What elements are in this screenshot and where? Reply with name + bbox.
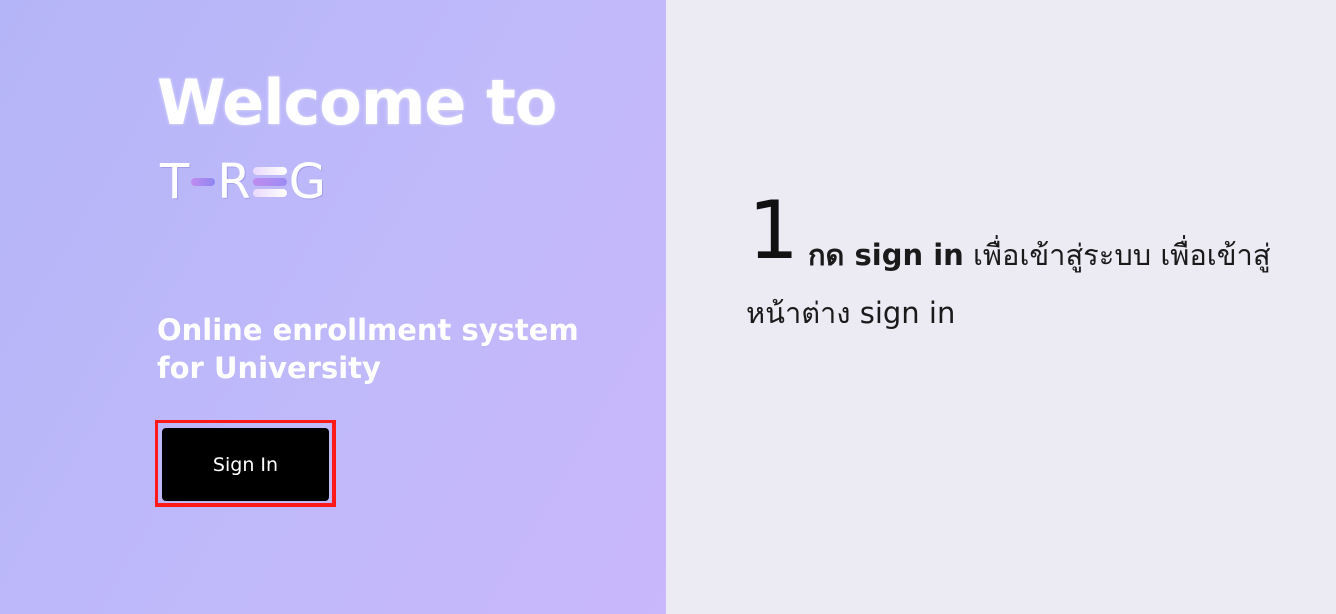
logo-bar-bottom [252, 189, 287, 197]
logo-bar-top [252, 167, 287, 175]
logo-letter-t: T [160, 154, 190, 210]
welcome-title: Welcome to [157, 66, 557, 139]
logo-dash [191, 178, 216, 186]
logo-letter-g: G [288, 154, 326, 210]
page: Welcome to T R G Online enrollment syste… [0, 0, 1336, 614]
instruction-panel: 1 กด sign in เพื่อเข้าสู่ระบบ เพื่อเข้าส… [666, 0, 1336, 614]
login-hero-panel: Welcome to T R G Online enrollment syste… [0, 0, 666, 614]
instruction-text: กด sign in เพื่อเข้าสู่ระบบ เพื่อเข้าสู่… [746, 226, 1316, 342]
logo-letter-r: R [217, 154, 251, 210]
logo-e-bars [252, 167, 287, 197]
sign-in-button[interactable]: Sign In [162, 428, 329, 501]
instruction-bold-text: กด sign in [808, 238, 964, 272]
system-subtitle: Online enrollment system for University [157, 313, 579, 385]
treg-logo: T R G [160, 152, 326, 212]
logo-bar-middle [252, 178, 287, 186]
